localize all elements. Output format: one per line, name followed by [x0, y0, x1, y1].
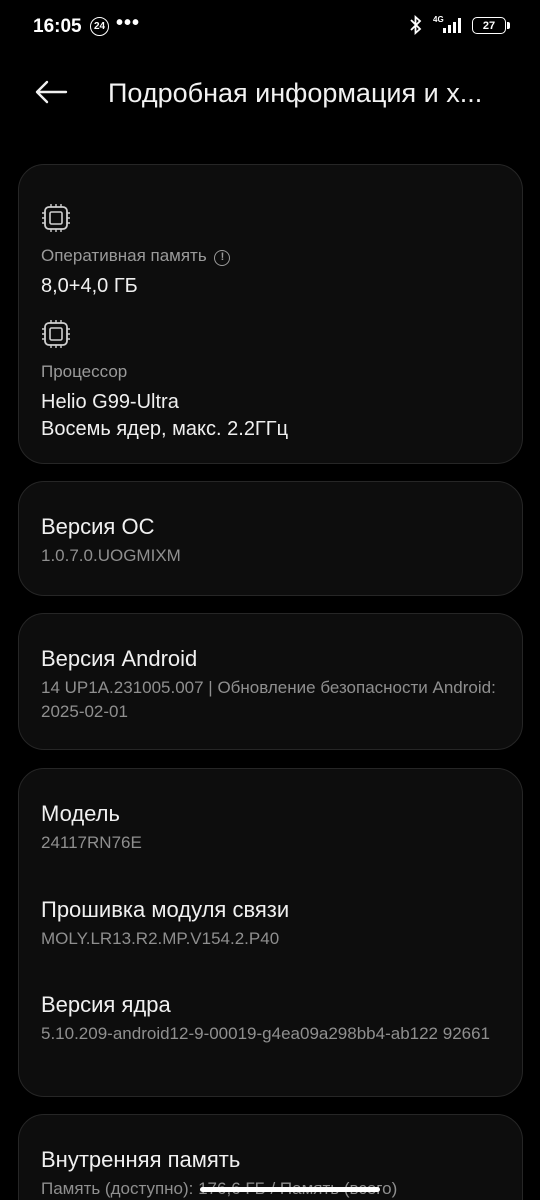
cpu-cores-value: Восемь ядер, макс. 2.2ГГц — [41, 418, 289, 440]
home-indicator[interactable] — [200, 1187, 380, 1192]
android-version-value: 14 UP1A.231005.007 | Обновление безопасн… — [41, 678, 496, 721]
os-version-card[interactable]: Версия ОС 1.0.7.0.UOGMIXM — [18, 481, 523, 596]
android-version-card[interactable]: Версия Android 14 UP1A.231005.007 | Обно… — [18, 613, 523, 750]
status-time: 16:05 — [33, 16, 82, 37]
more-notifications-icon: ••• — [116, 12, 141, 34]
back-button[interactable] — [34, 74, 78, 110]
baseband-value: MOLY.LR13.R2.MP.V154.2.P40 — [41, 929, 280, 948]
model-value: 24117RN76E — [41, 833, 142, 852]
kernel-title: Версия ядра — [41, 992, 171, 1017]
bluetooth-icon — [410, 15, 422, 35]
ram-value: 8,0+4,0 ГБ — [41, 275, 138, 297]
storage-title: Внутренняя память — [41, 1147, 241, 1172]
page-title: Подробная информация и х... — [108, 78, 483, 108]
os-version-title: Версия ОС — [41, 514, 155, 539]
memory-chip-icon — [42, 204, 70, 232]
device-info-card: Модель 24117RN76E Прошивка модуля связи … — [18, 768, 523, 1097]
android-version-title: Версия Android — [41, 646, 198, 671]
ram-label: Оперативная память ! — [41, 246, 231, 266]
hardware-card: Оперативная память ! 8,0+4,0 ГБ Процессо… — [18, 164, 523, 464]
screen: 16:05 24 ••• 4G 27 Подробная информация … — [0, 0, 540, 1200]
signal-icon — [443, 18, 461, 33]
kernel-value: 5.10.209-android12-9-00019-g4ea09a298bb4… — [41, 1024, 491, 1043]
ram-label-text: Оперативная память — [41, 246, 207, 265]
info-circle-icon[interactable]: ! — [214, 250, 231, 266]
notification-badge-icon: 24 — [90, 17, 109, 36]
model-title: Модель — [41, 801, 120, 826]
arrow-left-icon — [35, 80, 68, 104]
processor-chip-icon — [42, 320, 70, 348]
app-header: Подробная информация и х... — [0, 60, 540, 130]
baseband-title: Прошивка модуля связи — [41, 897, 290, 922]
os-version-value: 1.0.7.0.UOGMIXM — [41, 546, 181, 565]
cpu-model-value: Helio G99-Ultra — [41, 391, 179, 413]
cpu-label: Процессор — [41, 362, 128, 381]
status-bar: 16:05 24 ••• 4G 27 — [0, 0, 540, 52]
battery-icon: 27 — [472, 17, 510, 34]
